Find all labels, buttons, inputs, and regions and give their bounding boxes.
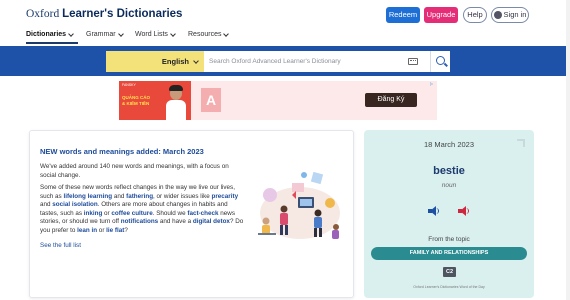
chevron-down-icon [193,57,199,64]
logo-text-bold: Learner's Dictionaries [62,8,183,20]
help-button[interactable]: Help [463,7,487,23]
people-illustration [258,171,340,239]
level-badge: C2 [443,267,456,277]
ad-register-button[interactable]: Đăng Ký [365,93,417,107]
nav-item-resources[interactable]: Resources [188,30,230,38]
advertisement-banner[interactable]: FANSKY QUẢNG CÁO & KIẾM TIỀN A Đăng Ký ▷ [119,81,437,120]
wotd-word[interactable]: bestie [364,165,534,177]
nav-item-label: Word Lists [135,31,168,38]
news-intro: We've added around 140 new words and mea… [40,163,229,179]
nav-item-grammar[interactable]: Grammar [86,30,124,38]
word-link[interactable]: fathering [126,193,153,200]
news-card: NEW words and meanings added: March 2023… [29,130,354,298]
ad-left-panel: FANSKY QUẢNG CÁO & KIẾM TIỀN [119,81,191,120]
sign-in-label: Sign in [503,10,527,19]
sign-in-button[interactable]: Sign in [491,7,529,23]
word-link[interactable]: digital detox [193,218,230,225]
ad-brand: FANSKY [122,83,136,87]
ad-logo-letter: A [201,88,221,112]
word-link[interactable]: inking [84,210,103,217]
word-link[interactable]: fact-check [187,210,218,217]
word-link[interactable]: social isolation [52,201,98,208]
wotd-footer: Oxford Learner's Dictionaries Word of th… [413,285,485,289]
search-input[interactable]: Search Oxford Advanced Learner's Diction… [204,51,430,72]
wotd-date: 18 March 2023 [423,140,475,149]
page-scrollbar[interactable] [566,0,570,300]
nav-item-label: Dictionaries [26,31,67,38]
chevron-down-icon [68,30,74,37]
word-link[interactable]: lean in [77,227,97,234]
upgrade-button[interactable]: Upgrade [424,7,458,23]
main-nav: Dictionaries Grammar Word Lists Resource… [0,30,570,44]
chevron-down-icon [117,30,124,37]
uk-pronunciation-speaker-icon[interactable] [428,206,440,216]
site-logo[interactable]: Oxford Learner's Dictionaries [26,8,182,20]
word-link[interactable]: coffee culture [111,210,152,217]
from-topic-label: From the topic [428,236,470,243]
full-list-link[interactable]: See the full list [40,242,81,249]
word-link[interactable]: lifelong learning [63,193,112,200]
nav-item-dictionaries[interactable]: Dictionaries [26,30,74,38]
word-of-the-day-card: 18 March 2023 bestie noun From the topic… [364,130,534,298]
news-body: Some of these new words reflect changes … [40,184,244,234]
nav-active-indicator [26,42,78,44]
word-link[interactable]: notifications [121,218,158,225]
chevron-down-icon [170,30,176,37]
language-label: English [161,57,189,66]
news-title[interactable]: NEW words and meanings added: March 2023 [40,147,204,156]
ad-headline: QUẢNG CÁO & KIẾM TIỀN [122,95,150,106]
ad-person-image [165,85,187,120]
user-icon [493,11,502,19]
logo-text-regular: Oxford [26,8,63,20]
redeem-button[interactable]: Redeem [386,7,420,23]
nav-item-word-lists[interactable]: Word Lists [135,30,176,38]
word-link[interactable]: lie flat [106,227,124,234]
site-header: Oxford Learner's Dictionaries Redeem Upg… [0,0,570,30]
language-select[interactable]: English [106,51,204,72]
nav-item-label: Resources [188,31,222,38]
word-link[interactable]: precarity [212,193,239,200]
ad-info-icon[interactable]: ▷ [430,81,436,87]
nav-item-label: Grammar [86,31,116,38]
search-button[interactable] [430,51,450,72]
wotd-part-of-speech: noun [441,182,457,189]
keyboard-icon[interactable] [408,58,418,65]
topic-button[interactable]: FAMILY AND RELATIONSHIPS [371,247,527,260]
us-pronunciation-speaker-icon[interactable] [458,206,470,216]
chevron-down-icon [223,30,230,37]
